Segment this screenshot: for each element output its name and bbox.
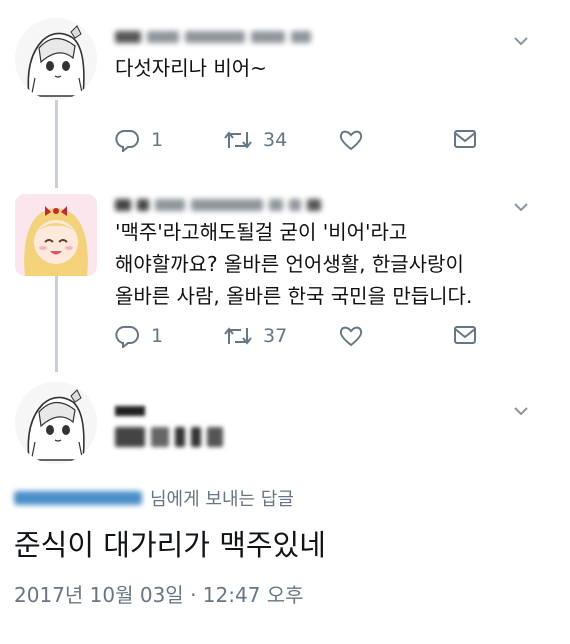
tweet-timestamp[interactable]: 2017년 10월 03일 · 12:47 오후 [14, 579, 304, 608]
reply-icon [115, 129, 139, 152]
reply-icon [115, 325, 139, 348]
reply-to-label: 님에게 보내는 답글 [150, 489, 294, 510]
mention-link[interactable] [14, 491, 142, 505]
focus-tweet-text: 준식이 대가리가 맥주있네 [14, 528, 326, 562]
message-button[interactable] [452, 128, 478, 150]
reply-button[interactable]: 1 [115, 128, 163, 152]
retweet-icon [224, 131, 252, 149]
chevron-down-icon[interactable] [512, 32, 530, 50]
retweet-button[interactable]: 37 [223, 324, 287, 348]
reply-button[interactable]: 1 [115, 324, 163, 348]
retweet-icon [224, 327, 252, 345]
tweet-actions: 1 37 [115, 324, 515, 356]
like-button[interactable] [338, 128, 364, 152]
like-button[interactable] [338, 324, 364, 348]
message-button[interactable] [452, 324, 478, 346]
tweet-text-line-3: 올바른 사람, 올바른 한국 국민을 만듭니다. [115, 284, 473, 308]
avatar[interactable] [15, 194, 97, 276]
chevron-down-icon[interactable] [512, 402, 530, 420]
like-icon [339, 130, 363, 151]
author-handle-blurred [115, 427, 223, 447]
author-name-blurred [115, 406, 145, 416]
tweet-text-line-2: 해야할까요? 올바른 언어생활, 한글사랑이 [115, 252, 464, 276]
reply-count: 1 [151, 129, 164, 151]
message-icon [454, 130, 476, 148]
tweet-text-line-1: '맥주'라고해도될걸 굳이 '비어'라고 [115, 220, 408, 244]
chevron-down-icon[interactable] [512, 198, 530, 216]
tweet-1[interactable]: 다섯자리나 비어~ 1 34 [0, 0, 570, 180]
like-icon [339, 326, 363, 347]
retweet-count: 37 [263, 325, 288, 347]
tweet-2[interactable]: '맥주'라고해도될걸 굳이 '비어'라고 해야할까요? 올바른 언어생활, 한글… [0, 180, 570, 380]
author-meta [115, 28, 311, 46]
author-meta [115, 196, 321, 214]
retweet-button[interactable]: 34 [223, 128, 287, 152]
avatar[interactable] [15, 382, 97, 464]
reply-to-line: 님에게 보내는 답글 [14, 485, 294, 511]
reply-count: 1 [151, 325, 164, 347]
avatar[interactable] [15, 18, 97, 100]
retweet-count: 34 [263, 129, 288, 151]
message-icon [454, 326, 476, 344]
tweet-actions: 1 34 [115, 128, 515, 160]
tweet-text: 다섯자리나 비어~ [115, 56, 267, 80]
